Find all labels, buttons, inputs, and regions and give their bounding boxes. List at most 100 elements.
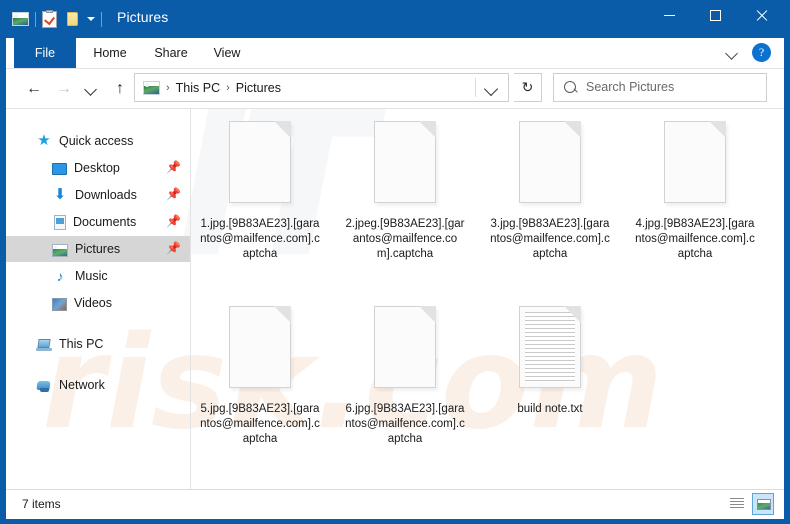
search-box[interactable]: Search Pictures (553, 73, 767, 102)
properties-icon[interactable] (42, 9, 57, 28)
file-name-label: 1.jpg.[9B83AE23].[garantos@mailfence.com… (200, 218, 320, 260)
details-view-button[interactable] (726, 493, 748, 515)
page-fold-corner (274, 121, 291, 138)
sidebar-item-videos[interactable]: Videos (6, 290, 190, 316)
music-icon: ♪ (56, 268, 64, 284)
sidebar-item-desktop[interactable]: Desktop 📌 (6, 155, 190, 181)
star-icon: ★ (37, 132, 51, 149)
file-name-label: 3.jpg.[9B83AE23].[garantos@mailfence.com… (490, 218, 610, 260)
sidebar-item-label: Music (75, 269, 108, 283)
blank-page-icon (664, 121, 726, 203)
navigation-pane: ★ Quick access Desktop 📌 ⬇ Downloads 📌 Document… (6, 109, 191, 490)
sidebar-item-network[interactable]: Network (6, 372, 190, 398)
window-title: Pictures (117, 9, 169, 25)
item-count: 7 items (22, 497, 61, 511)
toolbar-separator-1 (35, 11, 36, 27)
sidebar-item-label: Downloads (75, 188, 137, 202)
file-icon-wrapper (194, 113, 326, 217)
file-item[interactable]: 2.jpeg.[9B83AE23].[garantos@mailfence.co… (339, 113, 471, 262)
breadcrumb-pictures[interactable]: Pictures (236, 81, 281, 95)
search-input[interactable]: Search Pictures (586, 80, 674, 94)
address-bar[interactable]: › This PC › Pictures (134, 73, 509, 102)
close-button[interactable] (738, 0, 784, 30)
sidebar-item-documents[interactable]: Documents 📌 (6, 209, 190, 235)
breadcrumb-pictures-icon[interactable] (143, 80, 160, 95)
back-button[interactable]: ← (24, 79, 44, 99)
file-icon-wrapper (339, 113, 471, 217)
blank-page-icon (229, 121, 291, 203)
details-view-icon (730, 498, 744, 510)
video-icon (52, 297, 67, 311)
pin-icon[interactable]: 📌 (166, 215, 181, 228)
refresh-button[interactable]: ↻ (514, 73, 542, 102)
blank-page-icon (229, 306, 291, 388)
explorer-window: Pictures File Home Share View ? ← → ↑ › … (0, 0, 790, 524)
blank-page-icon (374, 121, 436, 203)
file-name-label: 4.jpg.[9B83AE23].[garantos@mailfence.com… (635, 218, 755, 260)
sidebar-item-pictures[interactable]: Pictures 📌 (6, 236, 190, 262)
file-item[interactable]: 5.jpg.[9B83AE23].[garantos@mailfence.com… (194, 298, 326, 447)
pin-icon[interactable]: 📌 (166, 161, 181, 174)
tab-file[interactable]: File (14, 38, 76, 68)
file-item[interactable]: 4.jpg.[9B83AE23].[garantos@mailfence.com… (629, 113, 761, 262)
breadcrumb: › This PC › Pictures (143, 74, 281, 101)
page-fold-corner (419, 306, 436, 323)
tab-view[interactable]: View (202, 38, 252, 68)
file-item[interactable]: 3.jpg.[9B83AE23].[garantos@mailfence.com… (484, 113, 616, 262)
navigation-bar: ← → ↑ › This PC › Pictures ↻ Search Pict… (6, 69, 784, 108)
sidebar-item-downloads[interactable]: ⬇ Downloads 📌 (6, 182, 190, 208)
close-icon (755, 9, 768, 22)
new-folder-icon[interactable] (65, 11, 80, 27)
document-icon (54, 214, 66, 230)
sidebar-item-label: Quick access (59, 134, 134, 148)
file-list: 1.jpg.[9B83AE23].[garantos@mailfence.com… (192, 109, 784, 490)
desktop-icon (52, 163, 67, 175)
ribbon-tab-bar: File Home Share View ? (6, 38, 784, 69)
maximize-button[interactable] (692, 0, 738, 30)
page-fold-corner (419, 121, 436, 138)
page-fold-corner (564, 306, 581, 323)
recent-locations-icon[interactable] (81, 79, 101, 99)
sidebar-item-this-pc[interactable]: This PC (6, 331, 190, 357)
blank-page-icon (374, 306, 436, 388)
file-icon-wrapper (629, 113, 761, 217)
pin-icon[interactable]: 📌 (166, 188, 181, 201)
maximize-icon (709, 9, 721, 21)
clipboard-clip (46, 9, 53, 13)
page-fold-corner (709, 121, 726, 138)
title-bar: Pictures (6, 0, 784, 38)
text-page-icon (519, 306, 581, 388)
sidebar-item-label: Network (59, 378, 105, 392)
file-name-label: build note.txt (517, 403, 583, 415)
minimize-icon (663, 14, 675, 16)
large-icons-view-button[interactable] (752, 493, 774, 515)
status-bar: 7 items (6, 489, 784, 519)
tab-share[interactable]: Share (144, 38, 198, 68)
network-icon (36, 379, 52, 393)
chevron-down-icon[interactable] (483, 81, 499, 97)
sidebar-item-quick-access[interactable]: ★ Quick access (6, 128, 190, 154)
forward-button[interactable]: → (54, 79, 74, 99)
help-button[interactable]: ? (752, 43, 771, 62)
chevron-down-icon[interactable] (726, 46, 740, 60)
page-fold-corner (564, 121, 581, 138)
pc-icon (36, 339, 52, 352)
up-button[interactable]: ↑ (110, 79, 130, 99)
breadcrumb-this-pc[interactable]: This PC (176, 81, 220, 95)
sidebar-item-label: Desktop (74, 161, 120, 175)
search-icon (564, 81, 576, 93)
file-item[interactable]: build note.txt (484, 298, 616, 417)
sidebar-item-music[interactable]: ♪ Music (6, 263, 190, 289)
pictures-icon[interactable] (12, 12, 29, 26)
file-icon-wrapper (339, 298, 471, 402)
minimize-button[interactable] (646, 0, 692, 30)
tab-home[interactable]: Home (82, 38, 138, 68)
customize-dropdown-icon[interactable] (87, 17, 95, 21)
pin-icon[interactable]: 📌 (166, 242, 181, 255)
sidebar-item-label: Videos (74, 296, 112, 310)
download-icon: ⬇ (53, 186, 67, 203)
sidebar-item-label: Pictures (75, 242, 121, 256)
large-icons-view-icon (757, 499, 771, 510)
file-item[interactable]: 1.jpg.[9B83AE23].[garantos@mailfence.com… (194, 113, 326, 262)
file-item[interactable]: 6.jpg.[9B83AE23].[garantos@mailfence.com… (339, 298, 471, 447)
